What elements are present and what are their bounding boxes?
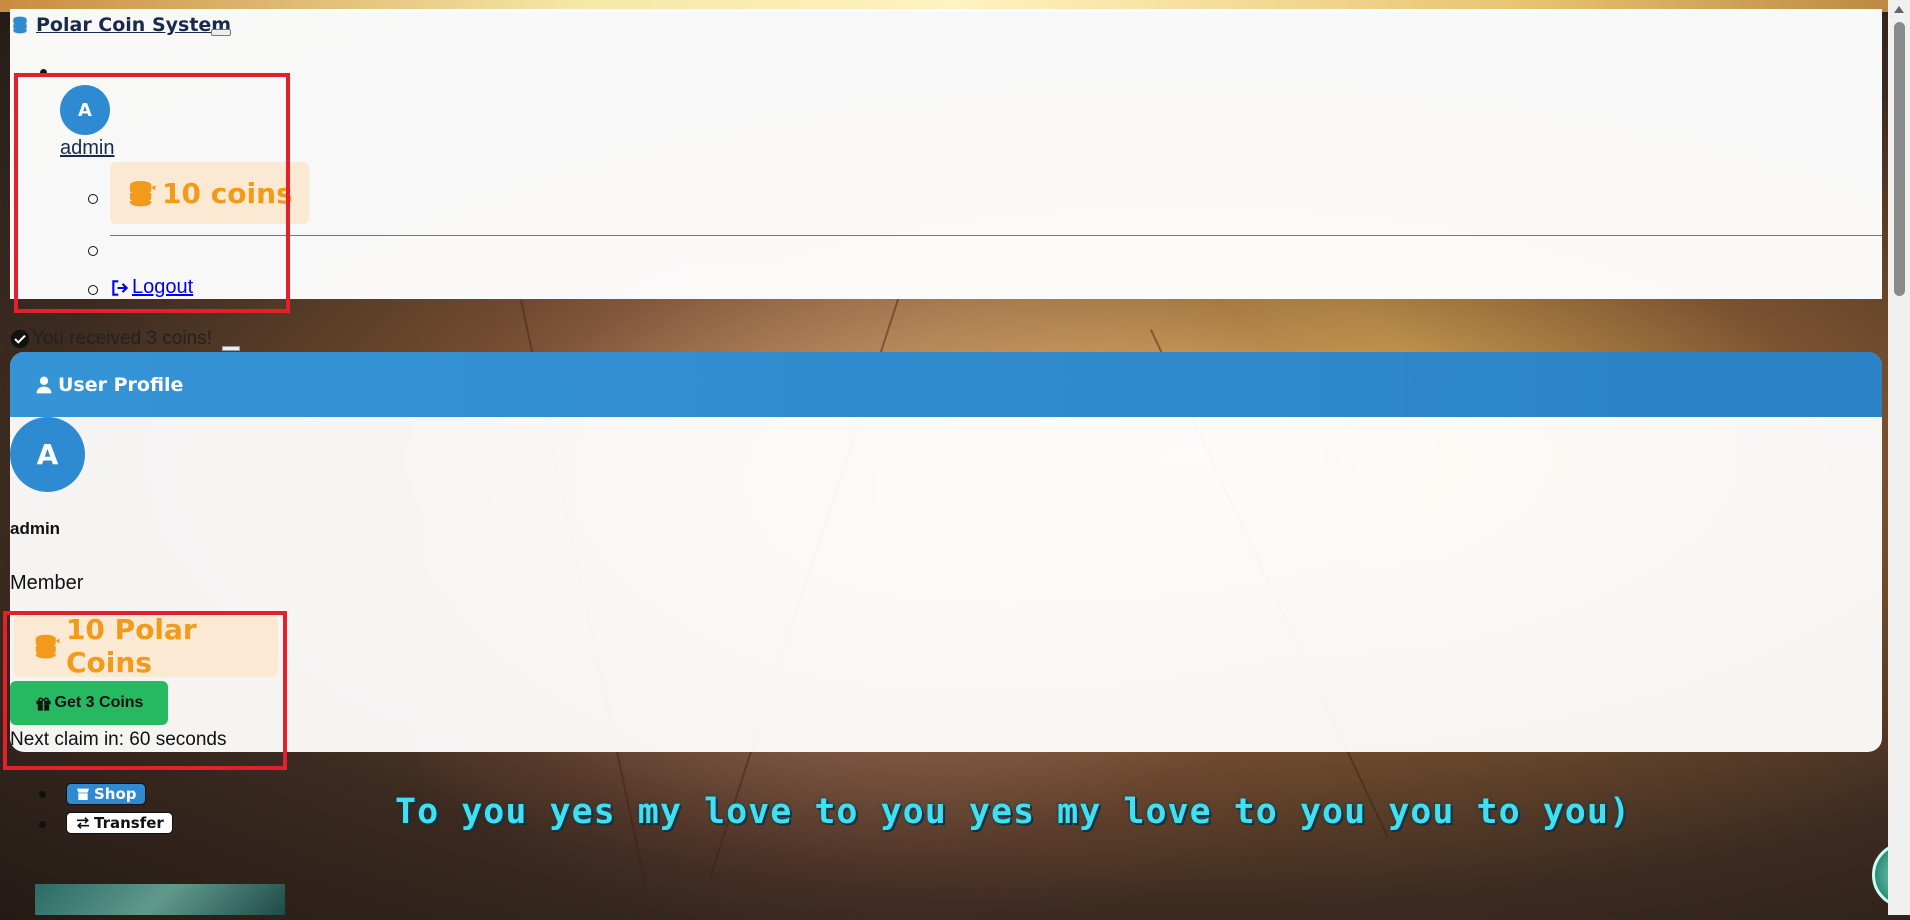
check-circle-icon [10, 329, 30, 349]
profile-username: admin [10, 519, 61, 538]
profile-card-title: User Profile [58, 373, 184, 396]
transfer-button[interactable]: Transfer [66, 812, 173, 834]
profile-card: User Profile A admin Member 10 Polar Coi… [10, 352, 1882, 752]
profile-avatar: A [10, 417, 85, 492]
store-icon [77, 788, 89, 800]
success-alert: You received 3 coins! [10, 328, 212, 350]
navbar: Polar Coin System A admin 10 coins Logou… [10, 9, 1882, 299]
exchange-icon [77, 817, 89, 829]
profile-role: Member [10, 572, 84, 594]
list-bullet [39, 791, 46, 798]
list-bullet [39, 821, 46, 828]
thumbnail-image [35, 884, 285, 915]
brand-link[interactable]: Polar Coin System [10, 14, 231, 36]
coins-icon [13, 16, 27, 34]
highlight-box-profile-coins [3, 611, 287, 770]
navbar-toggler-button[interactable] [211, 29, 231, 36]
shop-button[interactable]: Shop [66, 783, 146, 805]
dropdown-divider [110, 235, 1882, 236]
video-subtitle: To you yes my love to you yes my love to… [395, 792, 1632, 832]
scrollbar-thumb[interactable] [1894, 22, 1905, 296]
alert-close-button[interactable] [222, 346, 240, 351]
page-scrollbar[interactable] [1888, 0, 1910, 915]
shop-label: Shop [94, 785, 137, 803]
alert-message: You received 3 coins! [32, 328, 212, 349]
scroll-up-arrow-icon[interactable] [1894, 6, 1904, 13]
user-icon [36, 376, 52, 393]
profile-card-header: User Profile [10, 352, 1882, 417]
brand-label: Polar Coin System [36, 14, 232, 36]
highlight-box-navbar-user [14, 73, 290, 313]
transfer-label: Transfer [94, 814, 164, 832]
